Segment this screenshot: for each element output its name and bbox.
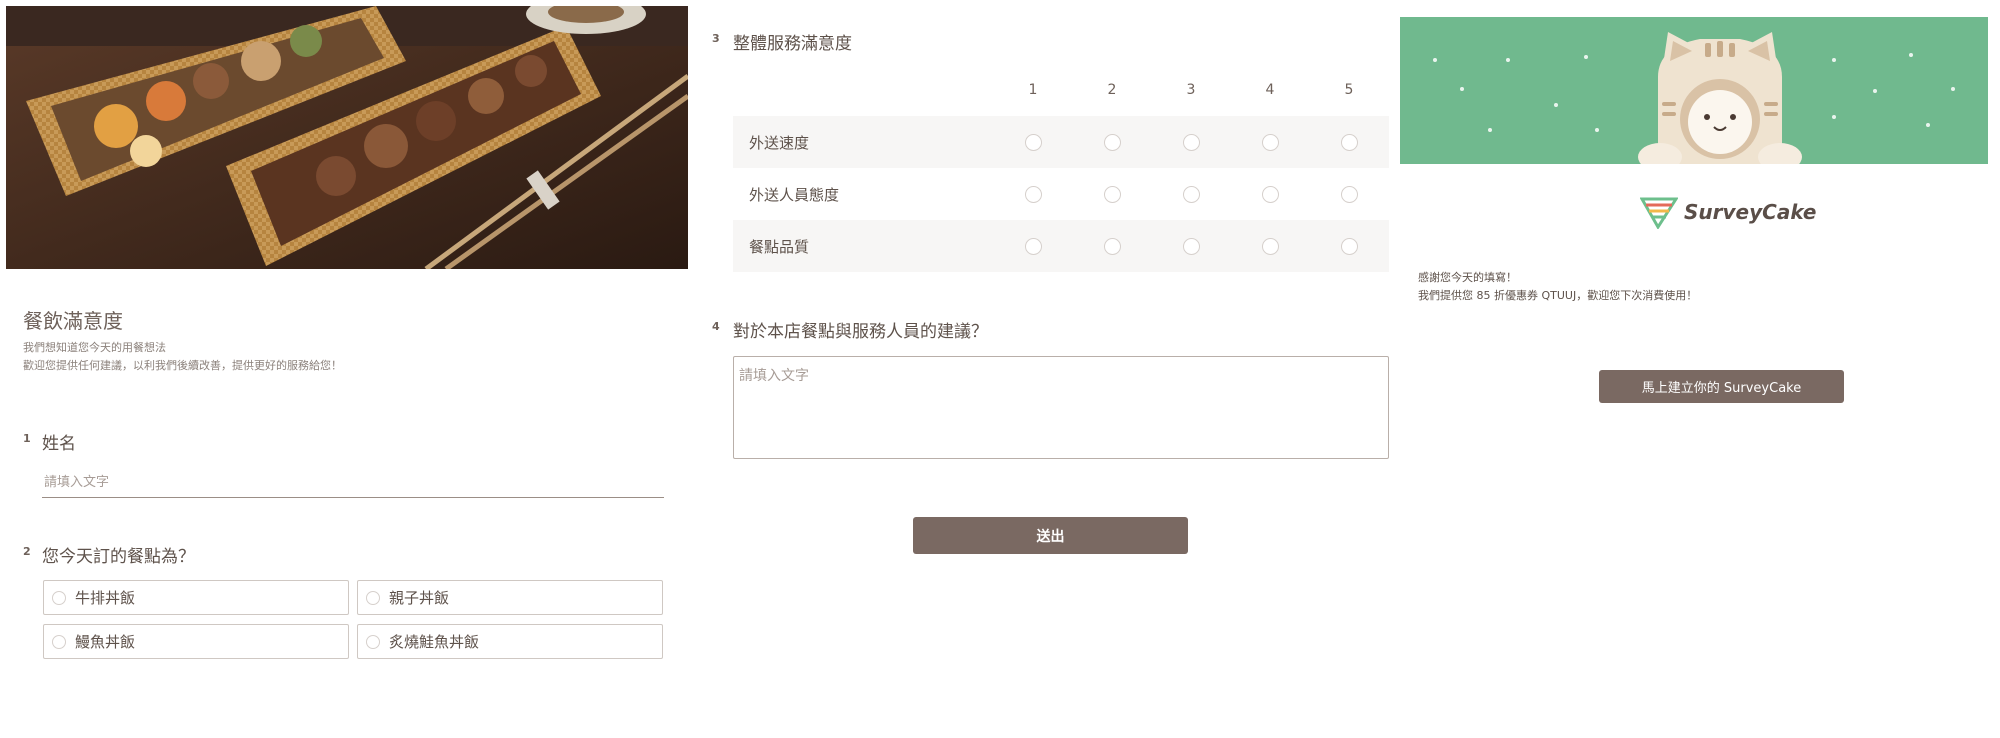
radio-button[interactable] xyxy=(1183,238,1200,255)
survey-description: 我們想知道您今天的用餐想法 歡迎您提供任何建議，以利我們後續改善，提供更好的服務… xyxy=(23,339,342,375)
create-surveycake-button[interactable]: 馬上建立你的 SurveyCake xyxy=(1599,370,1844,403)
radio-button[interactable] xyxy=(1341,238,1358,255)
matrix-row: 餐點品質 xyxy=(733,220,1389,272)
radio-button[interactable] xyxy=(1262,238,1279,255)
question-title: 您今天訂的餐點為？ xyxy=(42,547,195,567)
matrix-row-label: 餐點品質 xyxy=(749,238,810,256)
matrix-row: 外送速度 xyxy=(733,116,1389,168)
radio-button[interactable] xyxy=(366,634,380,649)
radio-button[interactable] xyxy=(52,590,66,605)
meal-option[interactable]: 鰻魚丼飯 xyxy=(43,624,349,659)
description-line: 我們想知道您今天的用餐想法 xyxy=(23,341,166,354)
thank-you-line: 我們提供您 85 折優惠券 QTUUJ，歡迎您下次消費使用！ xyxy=(1418,289,1698,302)
meal-option[interactable]: 炙燒鮭魚丼飯 xyxy=(357,624,663,659)
meal-option[interactable]: 親子丼飯 xyxy=(357,580,663,615)
radio-button[interactable] xyxy=(1025,238,1042,255)
surveycake-logo: SurveyCake xyxy=(1640,195,1816,229)
question-title: 姓名 xyxy=(42,434,76,454)
radio-button[interactable] xyxy=(1183,134,1200,151)
scale-label: 1 xyxy=(1028,82,1038,98)
survey-form-bottom-panel: 3 整體服務滿意度 1 2 3 4 5 外送速度 外送人員態度 餐點品質 4 對… xyxy=(700,0,1400,738)
thank-you-banner xyxy=(1400,17,1988,164)
description-line: 歡迎您提供任何建議，以利我們後續改善，提供更好的服務給您！ xyxy=(23,359,342,372)
cat-mascot-icon xyxy=(1433,32,1955,164)
thank-you-line: 感謝您今天的填寫！ xyxy=(1418,271,1517,284)
radio-button[interactable] xyxy=(1104,238,1121,255)
survey-title: 餐飲滿意度 xyxy=(23,309,123,333)
question-title: 對於本店餐點與服務人員的建議？ xyxy=(733,322,988,342)
matrix-row-label: 外送速度 xyxy=(749,134,810,152)
question-number: 3 xyxy=(712,32,720,45)
radio-button[interactable] xyxy=(1025,134,1042,151)
option-label: 牛排丼飯 xyxy=(75,589,136,607)
question-title: 整體服務滿意度 xyxy=(733,34,852,54)
satisfaction-matrix: 1 2 3 4 5 外送速度 外送人員態度 餐點品質 xyxy=(733,62,1389,272)
question-number: 1 xyxy=(23,432,31,445)
radio-button[interactable] xyxy=(1341,186,1358,203)
survey-form-top-panel: 餐飲滿意度 我們想知道您今天的用餐想法 歡迎您提供任何建議，以利我們後續改善，提… xyxy=(0,0,700,738)
scale-label: 5 xyxy=(1344,82,1354,98)
scale-label: 2 xyxy=(1107,82,1117,98)
question-number: 4 xyxy=(712,320,720,333)
matrix-row-label: 外送人員態度 xyxy=(749,186,840,204)
meal-option[interactable]: 牛排丼飯 xyxy=(43,580,349,615)
radio-button[interactable] xyxy=(52,634,66,649)
radio-button[interactable] xyxy=(366,590,380,605)
surveycake-logo-icon xyxy=(1640,197,1678,229)
scale-label: 3 xyxy=(1186,82,1196,98)
name-input[interactable] xyxy=(42,468,664,498)
matrix-row: 外送人員態度 xyxy=(733,168,1389,220)
option-label: 炙燒鮭魚丼飯 xyxy=(389,633,480,651)
radio-button[interactable] xyxy=(1341,134,1358,151)
question-number: 2 xyxy=(23,545,31,558)
scale-label: 4 xyxy=(1265,82,1275,98)
radio-button[interactable] xyxy=(1183,186,1200,203)
radio-button[interactable] xyxy=(1104,134,1121,151)
radio-button[interactable] xyxy=(1262,186,1279,203)
thank-you-panel: SurveyCake 感謝您今天的填寫！ 我們提供您 85 折優惠券 QTUUJ… xyxy=(1400,0,2000,738)
option-label: 鰻魚丼飯 xyxy=(75,633,136,651)
radio-button[interactable] xyxy=(1104,186,1121,203)
hero-bento-image xyxy=(6,6,688,269)
thank-you-message: 感謝您今天的填寫！ 我們提供您 85 折優惠券 QTUUJ，歡迎您下次消費使用！ xyxy=(1418,269,1697,305)
submit-button[interactable]: 送出 xyxy=(913,517,1188,554)
radio-button[interactable] xyxy=(1025,186,1042,203)
matrix-scale-header: 1 2 3 4 5 xyxy=(733,62,1389,116)
brand-name: SurveyCake xyxy=(1684,200,1817,224)
suggestion-textarea[interactable] xyxy=(733,356,1389,459)
radio-button[interactable] xyxy=(1262,134,1279,151)
option-label: 親子丼飯 xyxy=(389,589,450,607)
